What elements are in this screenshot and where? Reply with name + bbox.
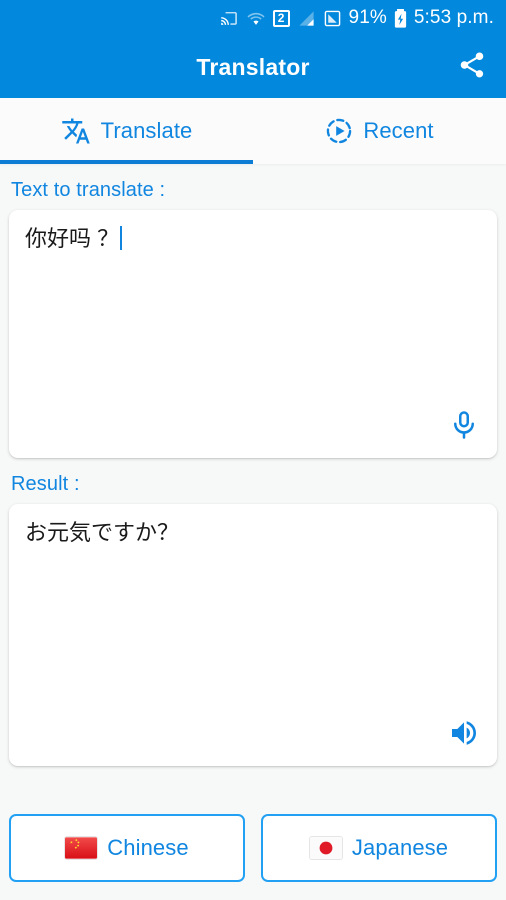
language-selector-row: Chinese Japanese [0, 794, 506, 900]
translate-icon [61, 116, 91, 146]
source-language-label: Chinese [107, 835, 189, 860]
share-icon [457, 50, 487, 85]
source-language-button[interactable]: Chinese [9, 814, 245, 882]
status-bar-icons: 2 91% 5:53 p.m. [219, 7, 494, 29]
page-title: Translator [196, 53, 310, 80]
result-text: お元気ですか？ [25, 520, 180, 545]
speak-result-button[interactable] [443, 714, 485, 756]
wifi-icon [246, 10, 266, 27]
input-text: 你好吗 ？ [9, 210, 497, 254]
target-language-button[interactable]: Japanese [261, 814, 497, 882]
flag-china-icon [65, 837, 98, 859]
tab-translate[interactable]: Translate [0, 98, 253, 164]
app-screen: 2 91% 5:53 p.m. Translator Translate Rec… [0, 0, 506, 900]
microphone-button[interactable] [443, 406, 485, 448]
tab-recent[interactable]: Recent [253, 98, 506, 164]
tab-translate-label: Translate [100, 118, 193, 143]
speaker-icon [448, 717, 480, 754]
text-caret [120, 226, 123, 250]
tab-bar: Translate Recent [0, 98, 506, 164]
battery-percent-label: 91% [348, 7, 387, 28]
text-to-translate-field[interactable]: 你好吗 ？ [9, 210, 497, 458]
status-bar: 2 91% 5:53 p.m. [0, 0, 506, 36]
clock-label: 5:53 p.m. [413, 7, 494, 28]
result-field-label: Result : [11, 473, 80, 495]
target-language-label: Japanese [351, 835, 449, 860]
signal-secondary-icon [323, 10, 342, 27]
tab-recent-label: Recent [363, 118, 434, 143]
flag-japan-icon [309, 837, 342, 859]
app-bar: Translator [0, 36, 506, 98]
input-field-label: Text to translate : [11, 179, 166, 201]
history-play-icon [325, 117, 353, 145]
main-content: Text to translate : 你好吗 ？ Result : お元気です… [0, 164, 506, 794]
active-tab-indicator [0, 160, 253, 164]
microphone-icon [449, 410, 479, 445]
battery-charging-icon [394, 8, 407, 28]
result-field[interactable]: お元気ですか？ [9, 504, 497, 766]
cast-icon [219, 10, 239, 27]
input-text-value: 你好吗 ？ [25, 226, 120, 251]
signal-bars-icon [297, 10, 316, 27]
share-button[interactable] [448, 43, 496, 91]
sim2-badge: 2 [272, 9, 290, 27]
